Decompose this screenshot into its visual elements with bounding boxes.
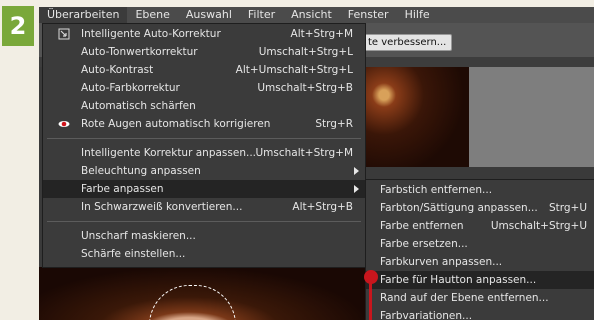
menu-auswahl[interactable]: Auswahl (178, 7, 240, 23)
photo-canvas-top (364, 67, 469, 167)
submenu-item-farbe-hautton[interactable]: Farbe für Hautton anpassen... (366, 271, 594, 289)
menu-item-label: Farbstich entfernen... (380, 184, 493, 196)
menu-item-label: Farbkurven anpassen... (380, 256, 503, 268)
menu-separator (47, 138, 361, 139)
submenu-item-farbe-ersetzen[interactable]: Farbe ersetzen... (366, 235, 594, 253)
menu-item-label: Farbe anpassen (81, 183, 164, 195)
menu-item-intelligente-auto-korrektur[interactable]: Intelligente Auto-Korrektur Alt+Strg+M (43, 25, 365, 43)
menu-item-automatisch-schaerfen[interactable]: Automatisch schärfen (43, 97, 365, 115)
menu-item-shortcut: Alt+Strg+M (290, 28, 353, 40)
menu-ueberarbeiten[interactable]: Überarbeiten (39, 7, 128, 23)
menu-item-auto-kontrast[interactable]: Auto-Kontrast Alt+Umschalt+Strg+L (43, 61, 365, 79)
submenu-item-rand-entfernen[interactable]: Rand auf der Ebene entfernen... (366, 289, 594, 307)
menu-item-label: Farbvariationen... (380, 310, 473, 320)
menu-item-farbe-anpassen[interactable]: Farbe anpassen (43, 180, 365, 198)
menu-item-shortcut: Alt+Umschalt+Strg+L (235, 64, 353, 76)
canvas-background (469, 67, 594, 167)
menu-bar: Überarbeiten Ebene Auswahl Filter Ansich… (39, 7, 594, 23)
menu-item-schwarzweiss-konvertieren[interactable]: In Schwarzweiß konvertieren... Alt+Strg+… (43, 198, 365, 216)
menu-item-schaerfe-einstellen[interactable]: Schärfe einstellen... (43, 245, 365, 263)
submenu-arrow-icon (354, 167, 359, 175)
submenu-item-farbstich-entfernen[interactable]: Farbstich entfernen... (366, 181, 594, 199)
menu-item-auto-tonwertkorrektur[interactable]: Auto-Tonwertkorrektur Umschalt+Strg+L (43, 43, 365, 61)
farbe-anpassen-submenu: Farbstich entfernen... Farbton/Sättigung… (365, 179, 594, 320)
menu-item-rote-augen[interactable]: Rote Augen automatisch korrigieren Strg+… (43, 115, 365, 133)
menu-item-label: Farbe ersetzen... (380, 238, 468, 250)
menu-item-label: Auto-Tonwertkorrektur (81, 46, 198, 58)
menu-item-unscharf-maskieren[interactable]: Unscharf maskieren... (43, 227, 365, 245)
menu-item-label: Farbe für Hautton anpassen... (380, 274, 537, 286)
menu-item-shortcut: Umschalt+Strg+M (255, 147, 353, 159)
submenu-item-farbvariationen[interactable]: Farbvariationen... (366, 307, 594, 320)
menu-item-label: Beleuchtung anpassen (81, 165, 201, 177)
menu-ebene[interactable]: Ebene (127, 7, 177, 23)
menu-item-shortcut: Alt+Strg+B (292, 201, 353, 213)
menu-item-label: Farbton/Sättigung anpassen... (380, 202, 538, 214)
menu-item-label: Unscharf maskieren... (81, 230, 196, 242)
menu-item-shortcut: Umschalt+Strg+L (258, 46, 353, 58)
menu-item-label: Auto-Farbkorrektur (81, 82, 180, 94)
menu-item-label: Farbe entfernen (380, 220, 464, 232)
menu-item-shortcut: Umschalt+Strg+U (490, 220, 587, 232)
menu-item-shortcut: Strg+R (315, 118, 353, 130)
submenu-arrow-icon (354, 185, 359, 193)
menu-hilfe[interactable]: Hilfe (397, 7, 438, 23)
submenu-item-farbkurven[interactable]: Farbkurven anpassen... (366, 253, 594, 271)
menu-item-label: Rote Augen automatisch korrigieren (81, 118, 271, 130)
menu-ansicht[interactable]: Ansicht (283, 7, 340, 23)
menu-item-label: Intelligente Korrektur anpassen... (81, 147, 257, 159)
enhance-button[interactable]: te verbessern... (362, 34, 453, 51)
menu-item-label: Schärfe einstellen... (81, 248, 186, 260)
application-window: Überarbeiten Ebene Auswahl Filter Ansich… (39, 7, 594, 320)
menu-item-label: Intelligente Auto-Korrektur (81, 28, 221, 40)
ueberarbeiten-dropdown: Intelligente Auto-Korrektur Alt+Strg+M A… (42, 23, 366, 268)
menu-filter[interactable]: Filter (240, 7, 283, 23)
step-number-badge: 2 (2, 6, 34, 46)
menu-item-shortcut: Umschalt+Strg+B (257, 82, 353, 94)
menu-item-label: Auto-Kontrast (81, 64, 154, 76)
menu-item-beleuchtung-anpassen[interactable]: Beleuchtung anpassen (43, 162, 365, 180)
menu-item-label: In Schwarzweiß konvertieren... (81, 201, 243, 213)
menu-item-shortcut: Strg+U (548, 202, 587, 214)
menu-item-label: Rand auf der Ebene entfernen... (380, 292, 549, 304)
menu-item-auto-farbkorrektur[interactable]: Auto-Farbkorrektur Umschalt+Strg+B (43, 79, 365, 97)
menu-separator (47, 221, 361, 222)
submenu-item-farbton-saettigung[interactable]: Farbton/Sättigung anpassen... Strg+U (366, 199, 594, 217)
auto-fix-icon (58, 28, 70, 40)
menu-fenster[interactable]: Fenster (340, 7, 397, 23)
red-eye-icon (58, 121, 70, 127)
menu-item-intelligente-korrektur-anpassen[interactable]: Intelligente Korrektur anpassen... Umsch… (43, 144, 365, 162)
menu-item-label: Automatisch schärfen (81, 100, 196, 112)
callout-marker-line (369, 281, 372, 320)
submenu-item-farbe-entfernen[interactable]: Farbe entfernen Umschalt+Strg+U (366, 217, 594, 235)
